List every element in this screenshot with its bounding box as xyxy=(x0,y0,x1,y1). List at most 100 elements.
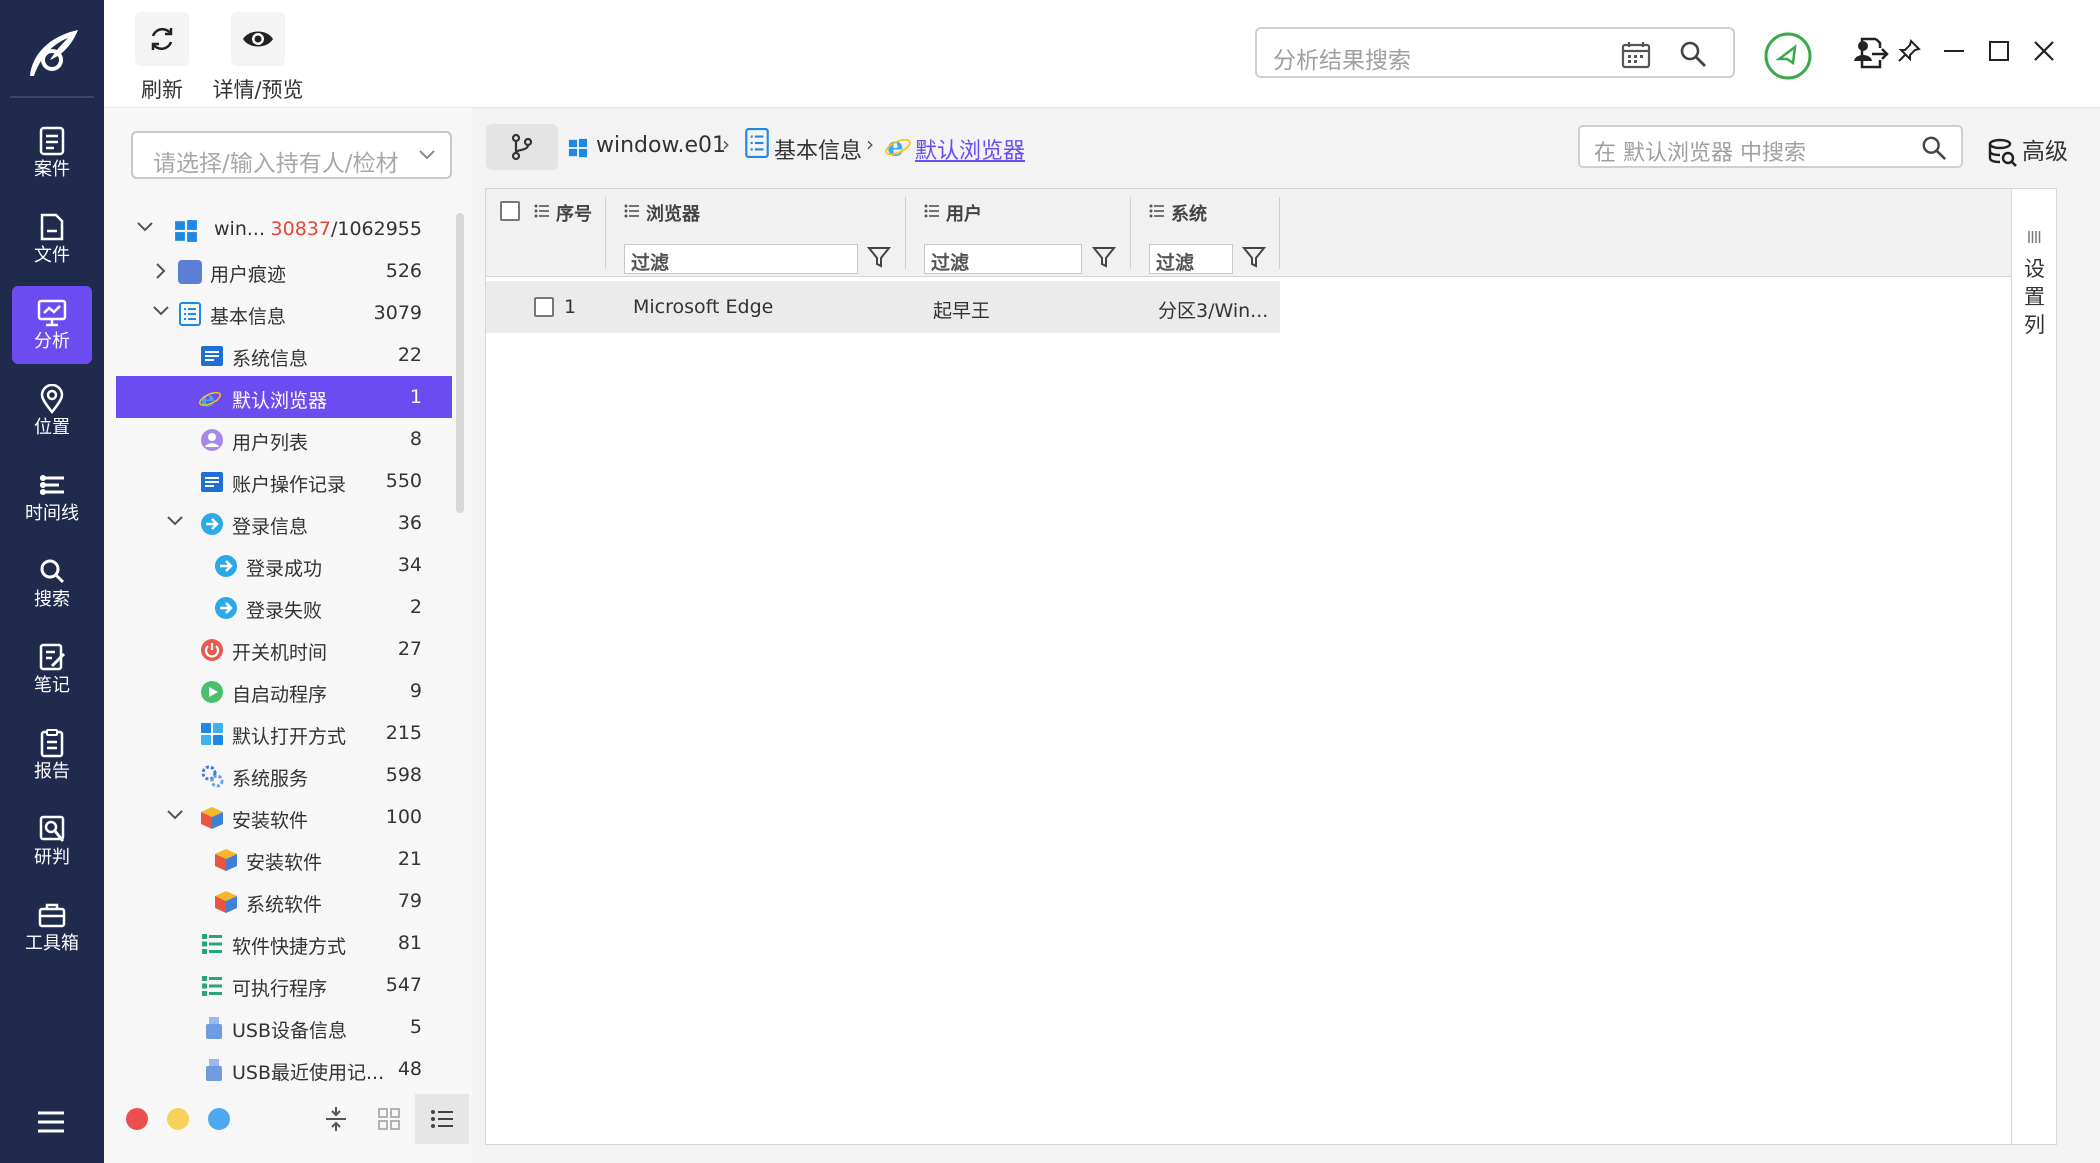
column-settings-panel[interactable]: 设置列 xyxy=(2011,189,2056,1144)
tree-item-login-fail[interactable]: 登录失败 2 xyxy=(116,586,452,628)
chevron-down-icon[interactable] xyxy=(136,220,154,234)
nav-case[interactable]: 案件 xyxy=(12,114,92,192)
tree-item-count: 526 xyxy=(385,260,422,282)
advanced-search-button[interactable]: 高级 xyxy=(1988,132,2068,168)
red-tag-icon[interactable] xyxy=(126,1108,148,1130)
tree-item-system-software[interactable]: 系统软件 79 xyxy=(116,880,452,922)
column-separator[interactable] xyxy=(1279,197,1280,269)
column-separator[interactable] xyxy=(905,197,906,269)
menu-icon[interactable] xyxy=(36,1110,66,1134)
nav-location[interactable]: 位置 xyxy=(12,372,92,450)
tree-item-usb-device[interactable]: USB设备信息 5 xyxy=(116,1006,452,1048)
tree-item-user-list[interactable]: 用户列表 8 xyxy=(116,418,452,460)
filter-input-system[interactable]: 过滤 xyxy=(1149,244,1233,274)
branch-view-button[interactable] xyxy=(486,124,558,170)
drag-handle-icon[interactable] xyxy=(2027,231,2041,243)
tree-item-login-success[interactable]: 登录成功 34 xyxy=(116,544,452,586)
filter-icon[interactable] xyxy=(1242,245,1266,269)
nav-file[interactable]: 文件 xyxy=(12,200,92,278)
tree-scrollbar[interactable] xyxy=(456,213,464,513)
tree-item-label: 可执行程序 xyxy=(232,978,328,1000)
tree-item-label: 用户列表 xyxy=(232,432,309,454)
pin-icon[interactable] xyxy=(1897,39,1921,63)
breadcrumb-separator: › xyxy=(722,132,730,156)
grid-view-icon[interactable] xyxy=(378,1108,400,1130)
shortcut-icon xyxy=(202,934,222,954)
tree-item-software-shortcut[interactable]: 软件快捷方式 81 xyxy=(116,922,452,964)
tree-item-installed-software-child[interactable]: 安装软件 21 xyxy=(116,838,452,880)
nav-search[interactable]: 搜索 xyxy=(12,544,92,622)
column-header-user[interactable]: 用户 xyxy=(924,189,1124,233)
tree-item-default-open[interactable]: 默认打开方式 215 xyxy=(116,712,452,754)
tree-item-label: 系统信息 xyxy=(232,348,309,370)
blue-tag-icon[interactable] xyxy=(208,1108,230,1130)
chevron-right-icon[interactable] xyxy=(154,262,168,280)
yellow-tag-icon[interactable] xyxy=(167,1108,189,1130)
breadcrumb-default-browser[interactable]: 默认浏览器 xyxy=(915,133,1025,165)
owner-select[interactable]: 请选择/输入持有人/检材 xyxy=(131,131,452,179)
refresh-label: 刷新 xyxy=(141,78,183,102)
results-search-input[interactable]: 分析结果搜索 xyxy=(1255,27,1735,78)
tree-item-windows-image[interactable]: win... 30837/1062955 xyxy=(116,208,452,250)
security-status-icon[interactable] xyxy=(1763,31,1813,81)
tree-item-label: 系统软件 xyxy=(246,894,323,916)
chevron-down-icon[interactable] xyxy=(166,514,184,528)
column-header-browser[interactable]: 浏览器 xyxy=(624,189,874,233)
column-separator[interactable] xyxy=(605,197,606,269)
row-checkbox[interactable] xyxy=(534,297,554,317)
grid-header: 序号 浏览器 用户 系统 过滤 过滤 过滤 xyxy=(486,189,2056,277)
select-all-checkbox[interactable] xyxy=(500,201,520,221)
close-icon[interactable] xyxy=(2033,40,2055,62)
filter-input-user[interactable]: 过滤 xyxy=(924,244,1082,274)
branch-icon xyxy=(511,133,533,161)
tree-item-autostart[interactable]: 自启动程序 9 xyxy=(116,670,452,712)
filter-icon[interactable] xyxy=(1092,245,1116,269)
refresh-button[interactable]: 刷新 xyxy=(135,12,189,104)
tree-item-count: 2 xyxy=(409,596,422,618)
tree-item-count: 9 xyxy=(409,680,422,702)
nav-analysis[interactable]: 分析 xyxy=(12,286,92,364)
nav-toolbox[interactable]: 工具箱 xyxy=(12,888,92,966)
tree-item-user-trace[interactable]: 用户痕迹 526 xyxy=(116,250,452,292)
collapse-all-icon[interactable] xyxy=(324,1106,348,1132)
minimize-icon[interactable] xyxy=(1944,49,1964,53)
chevron-down-icon[interactable] xyxy=(152,304,170,318)
tree-item-installed-software[interactable]: 安装软件 100 xyxy=(116,796,452,838)
chevron-down-icon[interactable] xyxy=(166,808,184,822)
list-view-button[interactable] xyxy=(415,1094,469,1144)
breadcrumb-image[interactable]: window.e01 xyxy=(596,133,726,158)
breadcrumb-basic-info[interactable]: 基本信息 xyxy=(774,133,862,165)
calendar-icon[interactable] xyxy=(1621,41,1651,69)
tree-item-system-service[interactable]: 系统服务 598 xyxy=(116,754,452,796)
tree-item-system-info[interactable]: 系统信息 22 xyxy=(116,334,452,376)
nav-report[interactable]: 报告 xyxy=(12,716,92,794)
tree-item-power-time[interactable]: 开关机时间 27 xyxy=(116,628,452,670)
column-header-system[interactable]: 系统 xyxy=(1149,189,1269,233)
nav-rail: 案件 文件 分析 位置 时间线 搜索 笔记 报告 研判 工具箱 xyxy=(0,0,104,1163)
tree-item-count: 79 xyxy=(397,890,422,912)
nav-notes[interactable]: 笔记 xyxy=(12,630,92,708)
logo-divider xyxy=(10,96,94,98)
column-separator[interactable] xyxy=(1130,197,1131,269)
tree-item-default-browser[interactable]: e 默认浏览器 1 xyxy=(116,376,452,418)
maximize-icon[interactable] xyxy=(1989,41,2009,61)
tree-item-label: 基本信息 xyxy=(210,306,287,328)
filter-icon[interactable] xyxy=(867,245,891,269)
tree-item-executable[interactable]: 可执行程序 547 xyxy=(116,964,452,1006)
user-icon[interactable] xyxy=(1853,40,1873,62)
filter-input-browser[interactable]: 过滤 xyxy=(624,244,858,274)
preview-button[interactable]: 详情/预览 xyxy=(210,12,306,104)
section-search-input[interactable]: 在 默认浏览器 中搜索 xyxy=(1578,125,1963,168)
tree-item-login-info[interactable]: 登录信息 36 xyxy=(116,502,452,544)
tree-item-count: 5 xyxy=(409,1016,422,1038)
magnifier-icon[interactable] xyxy=(1679,40,1707,68)
nav-judgment[interactable]: 研判 xyxy=(12,802,92,880)
nav-timeline[interactable]: 时间线 xyxy=(12,458,92,536)
tree-item-count: 547 xyxy=(385,974,422,996)
tree-item-basic-info[interactable]: 基本信息 3079 xyxy=(116,292,452,334)
tree-item-account-log[interactable]: 账户操作记录 550 xyxy=(116,460,452,502)
tree-item-usb-recent[interactable]: USB最近使用记... 48 xyxy=(116,1048,452,1090)
magnifier-icon[interactable] xyxy=(1921,135,1947,161)
table-row[interactable]: 1 Microsoft Edge 起早王 分区3/Win... xyxy=(486,281,1280,333)
column-header-label: 用户 xyxy=(946,204,982,225)
